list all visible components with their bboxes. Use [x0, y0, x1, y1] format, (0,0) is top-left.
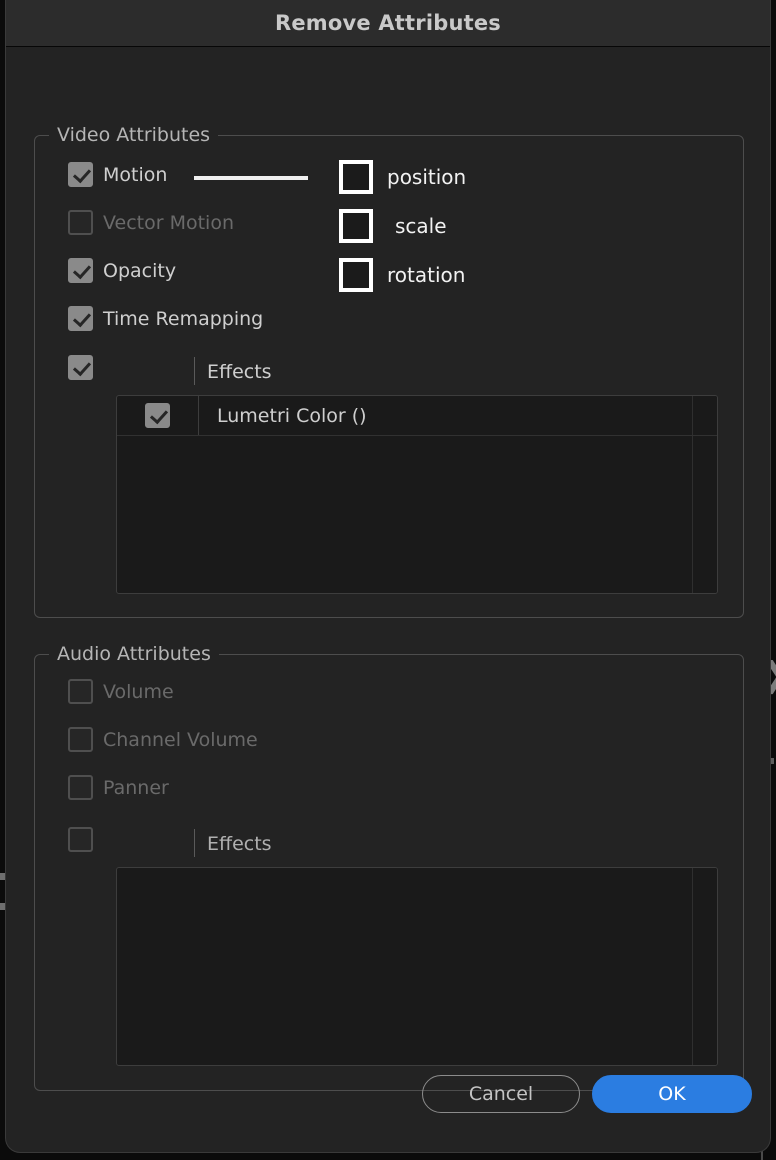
video-attributes-legend: Video Attributes — [49, 124, 219, 146]
dialog-footer: Cancel OK — [6, 1060, 770, 1152]
attribute-row-opacity[interactable]: Opacity — [68, 258, 176, 283]
audio-effects-divider — [194, 829, 195, 857]
attribute-label-rotation: rotation — [387, 263, 466, 287]
attribute-row-rotation[interactable]: rotation — [339, 258, 465, 292]
cancel-button[interactable]: Cancel — [422, 1075, 580, 1113]
motion-connector-line — [194, 176, 308, 180]
checkbox-motion[interactable] — [68, 162, 93, 187]
list-item-checkbox-cell[interactable] — [117, 396, 199, 435]
checkbox-opacity[interactable] — [68, 258, 93, 283]
checkbox-position[interactable] — [339, 160, 373, 194]
checkbox-panner — [68, 775, 93, 800]
attribute-label-vector-motion: Vector Motion — [103, 211, 234, 234]
attribute-row-volume: Volume — [68, 679, 174, 704]
attribute-label-panner: Panner — [103, 776, 169, 799]
checkbox-channel-volume — [68, 727, 93, 752]
checkbox-vector-motion — [68, 210, 93, 235]
checkbox-video-effects[interactable] — [68, 355, 93, 380]
attribute-row-time-remapping[interactable]: Time Remapping — [68, 306, 263, 331]
video-effects-toggle-row[interactable] — [68, 355, 93, 380]
checkbox-audio-effects[interactable] — [68, 827, 93, 852]
attribute-row-position[interactable]: position — [339, 160, 466, 194]
attribute-row-vector-motion: Vector Motion — [68, 210, 234, 235]
audio-effects-scrollbar[interactable] — [692, 868, 717, 1065]
checkbox-scale[interactable] — [339, 209, 373, 243]
video-effects-label: Effects — [207, 361, 272, 383]
dialog-title: Remove Attributes — [274, 11, 501, 35]
attribute-label-motion: Motion — [103, 163, 168, 186]
audio-effects-toggle-row[interactable] — [68, 827, 93, 852]
attribute-label-scale: scale — [395, 214, 447, 238]
attribute-row-panner: Panner — [68, 775, 169, 800]
remove-attributes-dialog: Remove Attributes Video Attributes Motio… — [6, 0, 770, 1152]
video-effects-divider — [194, 357, 195, 385]
attribute-row-motion[interactable]: Motion — [68, 162, 167, 187]
checkbox-rotation[interactable] — [339, 258, 373, 292]
attribute-label-channel-volume: Channel Volume — [103, 728, 258, 751]
checkbox-volume — [68, 679, 93, 704]
background-edge-tick — [0, 903, 5, 910]
attribute-row-channel-volume: Channel Volume — [68, 727, 258, 752]
checkbox-lumetri-color[interactable] — [145, 403, 170, 428]
audio-effects-label: Effects — [207, 833, 272, 855]
checkbox-time-remapping[interactable] — [68, 306, 93, 331]
list-item[interactable]: Lumetri Color () — [117, 396, 717, 436]
dialog-titlebar: Remove Attributes — [6, 0, 770, 47]
background-edge-tick — [0, 873, 5, 880]
attribute-row-scale[interactable]: scale — [339, 209, 447, 243]
list-item-label: Lumetri Color () — [217, 404, 367, 427]
audio-attributes-legend: Audio Attributes — [49, 643, 219, 665]
attribute-label-volume: Volume — [103, 680, 174, 703]
attribute-label-opacity: Opacity — [103, 259, 177, 282]
video-effects-listbox[interactable]: Lumetri Color () — [116, 395, 718, 594]
ok-button[interactable]: OK — [592, 1075, 752, 1113]
audio-effects-listbox[interactable] — [116, 867, 718, 1066]
attribute-label-time-remapping: Time Remapping — [103, 307, 264, 330]
dialog-body: Video Attributes Motion Vector Motion Op… — [6, 47, 770, 1152]
attribute-label-position: position — [387, 165, 467, 189]
